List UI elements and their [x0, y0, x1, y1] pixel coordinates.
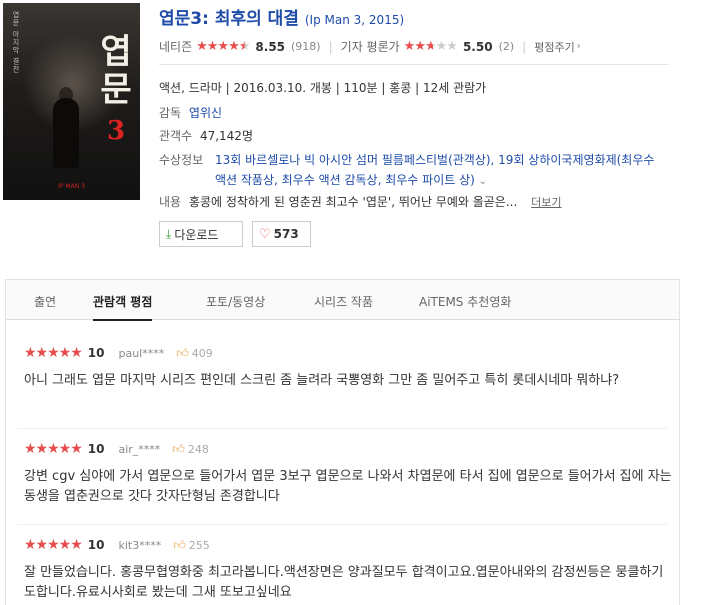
download-button[interactable]: ⤓ 다운로드 [159, 221, 243, 247]
review-likes[interactable]: 👍︎ 248 [172, 442, 209, 457]
review-item: ★★★★★ 10 air_**** 👍︎ 248 강변 cgv 심야에 가서 엽문… [24, 441, 674, 507]
director-link[interactable]: 엽위신 [189, 106, 222, 120]
review-score: 10 [87, 538, 105, 552]
movie-meta: 액션, 드라마 | 2016.03.10. 개봉 | 110분 | 홍콩 | 1… [159, 79, 486, 96]
critic-count: (2) [498, 40, 515, 53]
review-item: ★★★★★ 10 paul**** 👍︎ 409 아니 그래도 엽문 마지막 시리… [24, 345, 674, 391]
review-likes[interactable]: 👍︎ 409 [176, 346, 213, 361]
review-text: 강변 cgv 심야에 가서 엽문으로 들어가서 엽문 3보구 엽문으로 나와서 … [24, 469, 672, 504]
plot-row: 내용 홍콩에 정착하게 된 영춘권 최고수 '엽문', 뛰어난 무예와 올곧은.… [159, 193, 664, 210]
poster-title-number: 3 [106, 116, 126, 146]
rating-divider-2: | [522, 39, 527, 54]
plot-text: 홍콩에 정착하게 된 영춘권 최고수 '엽문', 뛰어난 무예와 올곧은... [188, 195, 518, 209]
audience-row: 관객수 47,142명 [159, 127, 253, 144]
download-icon: ⤓ [166, 226, 172, 241]
review-like-count: 409 [191, 346, 213, 360]
movie-title[interactable]: 엽문3: 최후의 대결 (Ip Man 3, 2015) [159, 4, 404, 29]
poster-title-text: 엽문 [100, 32, 132, 110]
thumbs-up-icon: 👍︎ [172, 441, 185, 456]
awards-text[interactable]: 13회 바르셀로나 빅 아시안 섬머 필름페스티벌(관객상), 19회 상하이국… [215, 150, 664, 192]
rate-button[interactable]: 평점주기 [534, 39, 574, 55]
like-count: 573 [273, 227, 299, 241]
audience-label: 관객수 [159, 129, 193, 143]
more-link[interactable]: 더보기 [531, 196, 561, 209]
plot-label: 내용 [159, 195, 182, 209]
netizen-stars: ★★★★★ [196, 39, 250, 54]
critic-score: 5.50 [462, 39, 493, 54]
review-user[interactable]: paul**** [118, 347, 164, 360]
review-text: 잘 만들었습니다. 홍콩무협영화중 최고라봅니다.액션장면은 양과질모두 합격이… [24, 565, 664, 600]
thumbs-up-icon: 👍︎ [173, 537, 186, 552]
tab-audience-reviews[interactable]: 관람객 평점 [93, 293, 153, 321]
review-like-count: 255 [188, 538, 210, 552]
tab-cast[interactable]: 출연 [34, 293, 56, 310]
review-score: 10 [87, 442, 105, 456]
review-score: 10 [87, 346, 105, 360]
chevron-right-icon[interactable]: › [577, 41, 581, 52]
poster-figure [53, 98, 79, 168]
awards-label: 수상정보 [159, 153, 204, 167]
review-stars: ★★★★★ [24, 441, 83, 457]
director-label: 감독 [159, 106, 182, 120]
review-header: ★★★★★ 10 kit3**** 👍︎ 255 [24, 537, 674, 553]
heart-icon: ♡ [259, 226, 271, 242]
awards-row: 수상정보 13회 바르셀로나 빅 아시안 섬머 필름페스티벌(관객상), 19회… [159, 150, 664, 192]
review-header: ★★★★★ 10 paul**** 👍︎ 409 [24, 345, 674, 361]
tab-aitems[interactable]: AiTEMS 추천영화 [419, 293, 511, 310]
netizen-score: 8.55 [255, 39, 286, 54]
tab-bar: 출연 관람객 평점 포토/동영상 시리즈 작품 AiTEMS 추천영화 [5, 279, 680, 321]
chevron-down-icon[interactable]: ⌄ [479, 176, 487, 187]
review-like-count: 248 [187, 442, 209, 456]
critic-label: 기자 평론가 [340, 40, 400, 54]
poster-tagline: 엽문 마지막 결전 [12, 11, 20, 74]
director-row: 감독 엽위신 [159, 104, 222, 121]
download-label: 다운로드 [174, 227, 219, 242]
review-divider [17, 524, 667, 525]
info-divider [159, 64, 669, 65]
critic-stars: ★★★★★ [403, 39, 458, 54]
poster-footer: IP MAN 3 [58, 183, 85, 190]
rating-divider: | [328, 39, 333, 54]
tab-photo-video[interactable]: 포토/동영상 [206, 293, 265, 310]
review-stars: ★★★★★ [24, 537, 83, 553]
rating-row: 네티즌 ★★★★★ 8.55 (918) | 기자 평론가 ★★★★★ 5.50… [159, 38, 669, 55]
poster-title: 엽문 3 [98, 33, 134, 150]
like-button[interactable]: ♡ 573 [252, 221, 311, 247]
review-user[interactable]: kit3**** [118, 539, 161, 552]
review-user[interactable]: air_**** [118, 443, 160, 456]
review-header: ★★★★★ 10 air_**** 👍︎ 248 [24, 441, 674, 457]
review-likes[interactable]: 👍︎ 255 [173, 538, 210, 553]
review-text: 아니 그래도 엽문 마지막 시리즈 편인데 스크린 좀 늘려라 국뽕영화 그만 … [24, 373, 620, 388]
netizen-label: 네티즌 [159, 40, 193, 54]
tab-series[interactable]: 시리즈 작품 [314, 293, 373, 310]
movie-poster[interactable]: 엽문 마지막 결전 엽문 3 IP MAN 3 [3, 3, 140, 200]
movie-title-en: (Ip Man 3, 2015) [304, 13, 405, 27]
netizen-count: (918) [291, 40, 321, 53]
thumbs-up-icon: 👍︎ [176, 345, 189, 360]
audience-count: 47,142명 [199, 129, 253, 143]
review-stars: ★★★★★ [24, 345, 83, 361]
review-divider [17, 428, 667, 429]
movie-meta-text: 액션, 드라마 | 2016.03.10. 개봉 | 110분 | 홍콩 | 1… [159, 81, 487, 95]
awards-text-content[interactable]: 13회 바르셀로나 빅 아시안 섬머 필름페스티벌(관객상), 19회 상하이국… [215, 153, 654, 187]
review-item: ★★★★★ 10 kit3**** 👍︎ 255 잘 만들었습니다. 홍콩무협영화… [24, 537, 674, 603]
movie-title-ko[interactable]: 엽문3: 최후의 대결 [159, 9, 299, 29]
